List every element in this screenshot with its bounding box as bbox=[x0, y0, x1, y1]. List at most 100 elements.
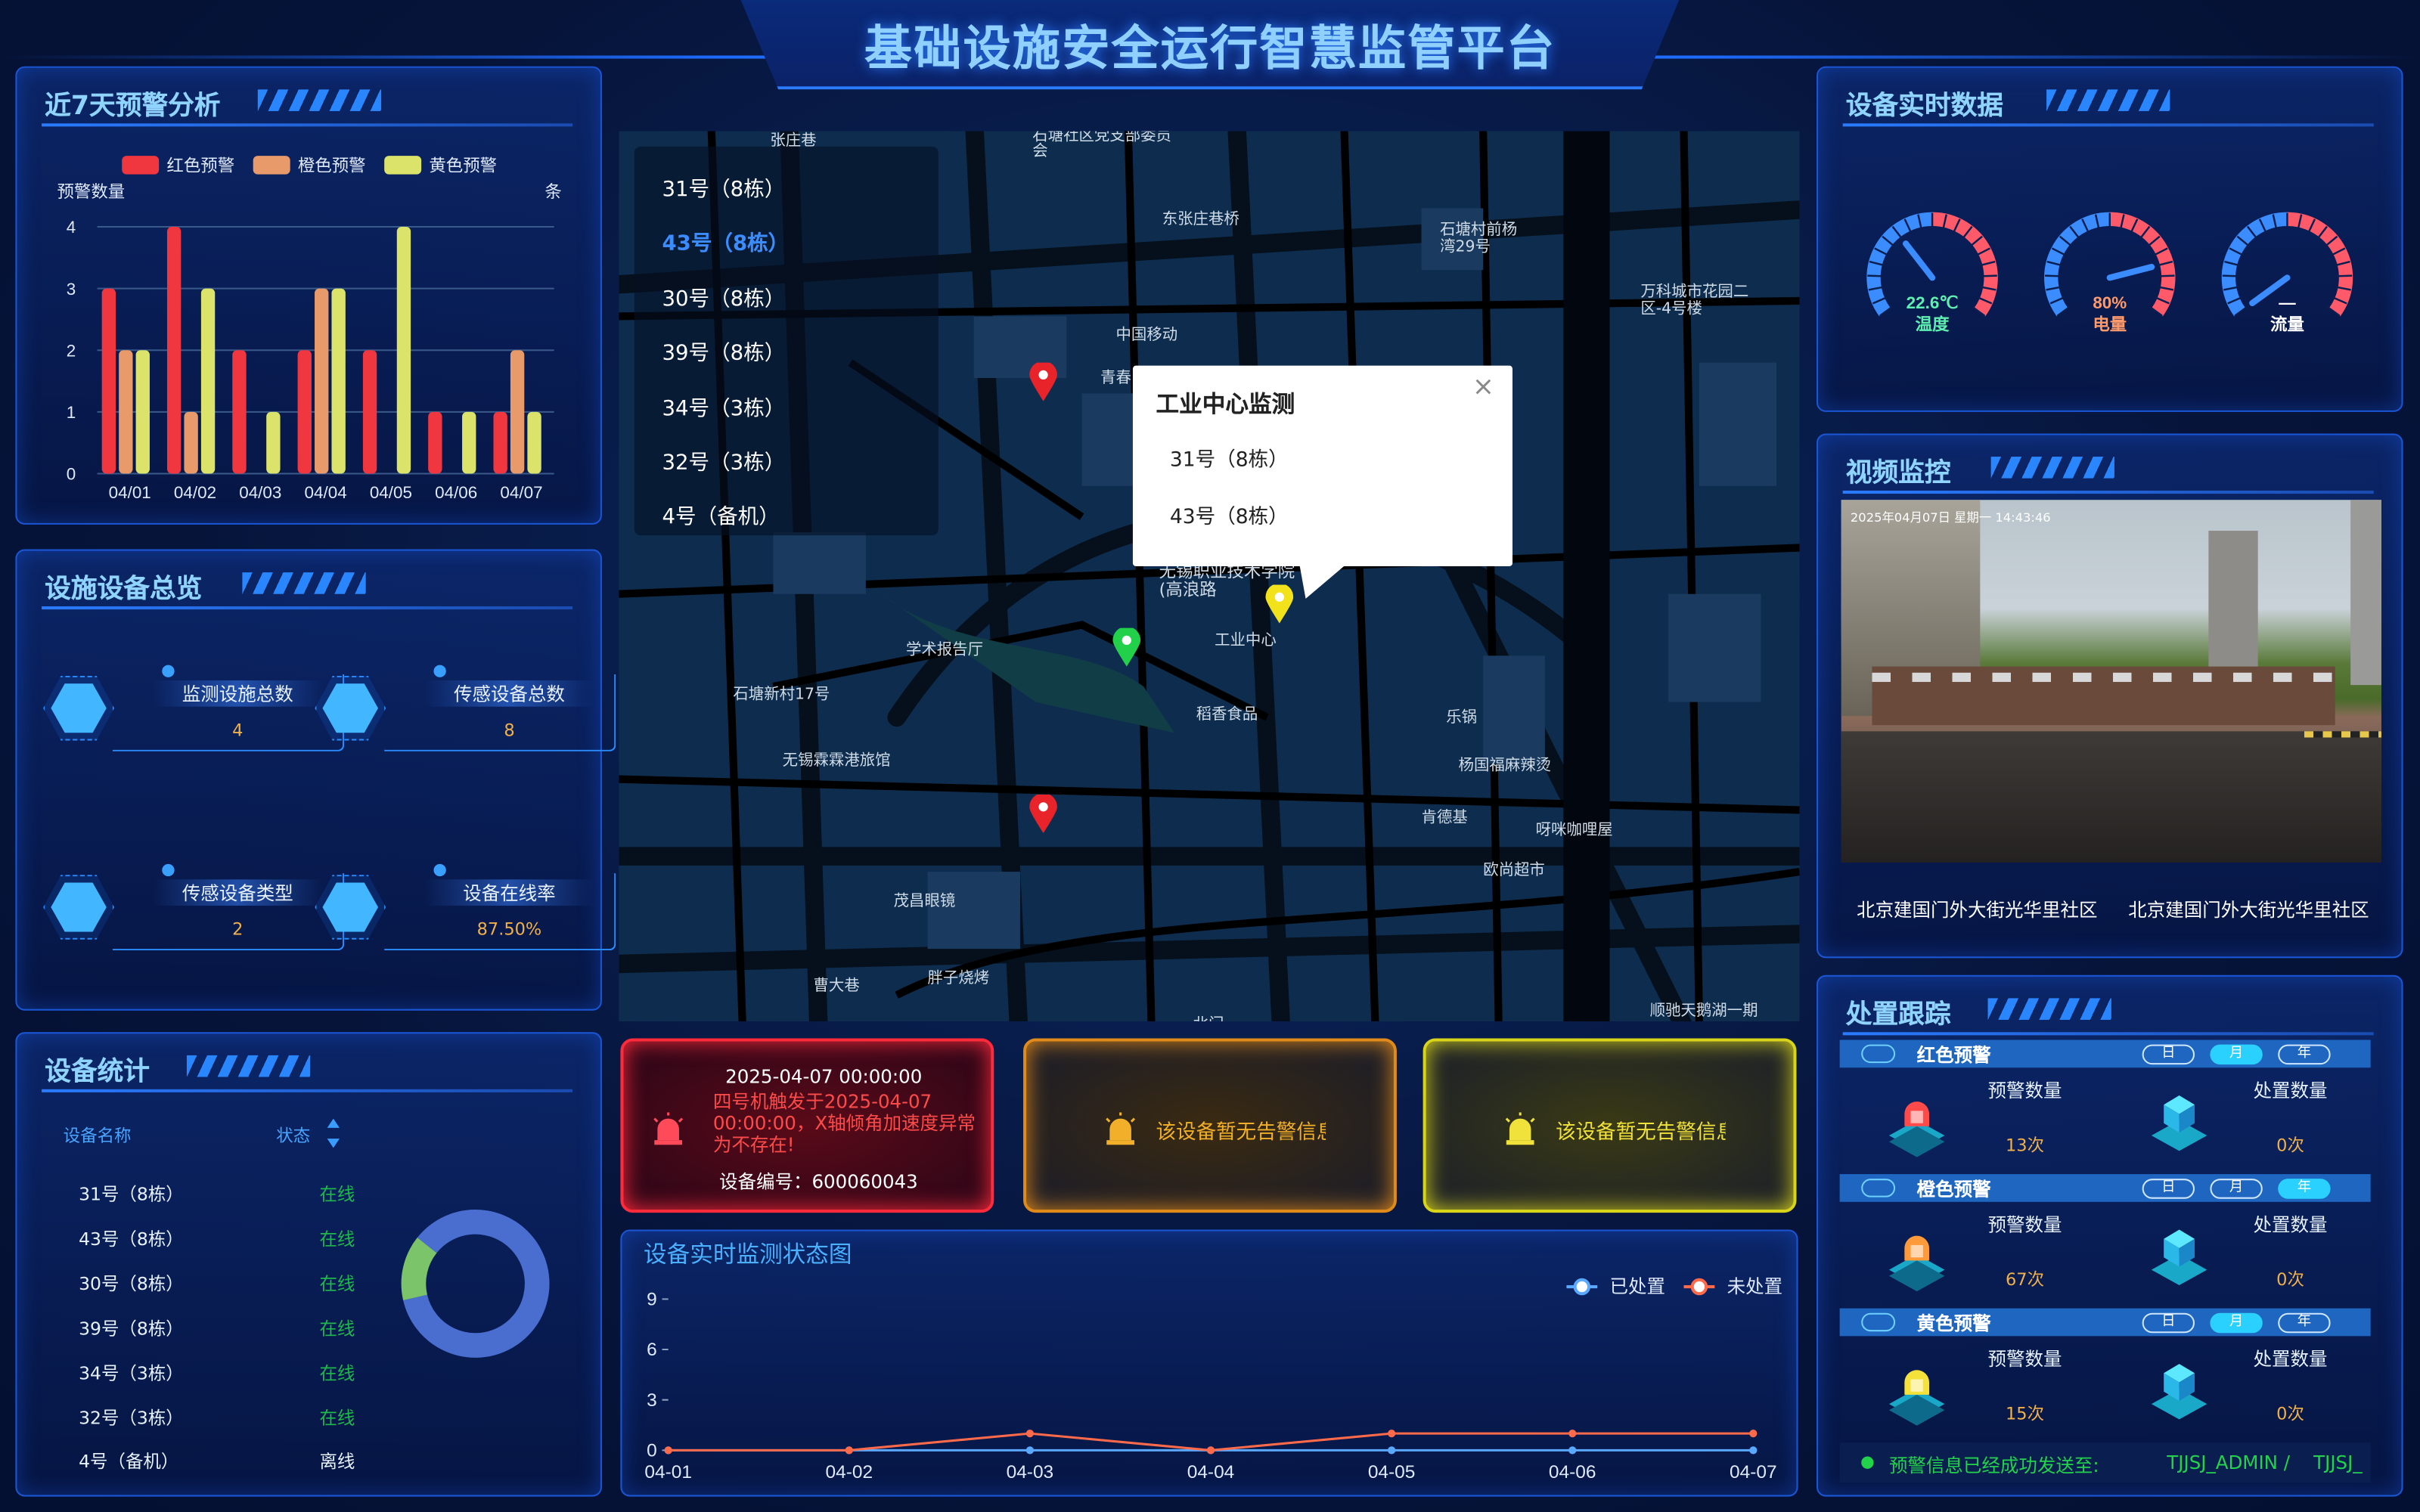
gauge-value: 22.6℃ bbox=[1907, 293, 1959, 312]
donut-slice bbox=[403, 1210, 550, 1358]
summary-card-sensors: 传感设备总数 8 bbox=[315, 665, 616, 758]
alert-card-red[interactable]: 2025-04-07 00:00:00 四号机触发于2025-04-07 00:… bbox=[620, 1038, 994, 1213]
device-name: 39号（8栋） bbox=[79, 1317, 184, 1339]
map-marker-red[interactable] bbox=[1029, 795, 1057, 835]
legend-marker bbox=[1573, 1278, 1591, 1296]
bar bbox=[396, 226, 411, 474]
map-device-item[interactable]: 39号（8栋） bbox=[662, 335, 786, 366]
sort-arrows-icon[interactable] bbox=[326, 1117, 341, 1151]
x-tick-label: 04-05 bbox=[1368, 1462, 1416, 1483]
warning-analysis-panel: 近7天预警分析 红色预警 橙色预警 黄色预警 预警数量条 0 1 2 3 4 04/01 04/02… bbox=[15, 66, 602, 525]
gauges: 22.6℃ 温度 80% 电量 — 流量 bbox=[1866, 212, 2353, 334]
gauge-tick bbox=[2045, 274, 2061, 277]
map-marker-green[interactable] bbox=[1112, 627, 1141, 668]
map-popup: 工业中心监测 × 31号（8栋） 43号（8栋） bbox=[1132, 365, 1512, 599]
data-point bbox=[664, 1446, 672, 1455]
map-marker-yellow[interactable] bbox=[1265, 584, 1294, 624]
alert-card-orange[interactable]: 该设备暂无告警信息 bbox=[1023, 1038, 1397, 1213]
legend-label: 未处置 bbox=[1727, 1276, 1782, 1297]
map-device-item[interactable]: 31号（8栋） bbox=[662, 172, 786, 203]
alert-message: 该设备暂无告警信息 bbox=[1156, 1121, 1326, 1145]
data-point bbox=[1388, 1430, 1396, 1438]
x-tick-label: 04-06 bbox=[1549, 1462, 1596, 1483]
x-tick-label: 04/04 bbox=[305, 483, 347, 502]
map-panel[interactable]: 张庄巷 石塘社区党支部委员会 东张庄巷桥 石塘村前杨湾29号 万科城市花园二区-… bbox=[619, 131, 1800, 1022]
map-device-item[interactable]: 4号（备机） bbox=[662, 499, 780, 530]
map-marker-red[interactable] bbox=[1029, 362, 1057, 403]
popup-item[interactable]: 43号（8栋） bbox=[1170, 500, 1289, 529]
bar bbox=[315, 288, 329, 474]
device-status: 在线 bbox=[319, 1406, 355, 1428]
data-point bbox=[845, 1446, 853, 1455]
bar bbox=[166, 226, 182, 474]
bar bbox=[527, 411, 541, 474]
warning-icon bbox=[1888, 1101, 1945, 1157]
popup-item[interactable]: 31号（8栋） bbox=[1170, 443, 1289, 472]
tracking-section-header: 橙色预警 日月年 bbox=[1839, 1174, 2371, 1202]
alert-card-yellow[interactable]: 该设备暂无告警信息 bbox=[1423, 1038, 1797, 1213]
legend-swatch bbox=[122, 156, 160, 175]
period-tab[interactable]: 月 bbox=[2210, 1312, 2263, 1334]
gauge-value: — bbox=[2279, 293, 2296, 312]
device-name: 34号（3栋） bbox=[79, 1362, 184, 1383]
device-status: 在线 bbox=[319, 1228, 355, 1250]
map-device-item[interactable]: 32号（3栋） bbox=[662, 445, 786, 476]
gauge-tick bbox=[2336, 274, 2353, 277]
alarm-icon bbox=[1106, 1112, 1136, 1145]
x-tick-label: 04/05 bbox=[370, 483, 412, 502]
facilities-overview-panel: 设施设备总览 监测设施总数 4 传感设备总数 8 传感设备类型 2 设备在线率 … bbox=[15, 549, 616, 1011]
bar bbox=[232, 350, 247, 474]
period-tab[interactable]: 月 bbox=[2210, 1179, 2263, 1199]
col-header-status: 状态 bbox=[276, 1126, 311, 1147]
warning-icon bbox=[1888, 1235, 1945, 1292]
period-tab[interactable]: 日 bbox=[2142, 1044, 2195, 1065]
warning-icon bbox=[1888, 1370, 1945, 1426]
gauge-needle bbox=[2106, 264, 2155, 281]
legend-label: 已处置 bbox=[1610, 1276, 1665, 1297]
period-tab[interactable]: 日 bbox=[2142, 1179, 2195, 1199]
summary-card-online-rate: 设备在线率 87.50% bbox=[315, 863, 616, 956]
data-point bbox=[1749, 1446, 1758, 1455]
bar bbox=[362, 350, 377, 474]
data-point bbox=[1025, 1446, 1034, 1455]
y-tick-label: 1 bbox=[67, 403, 76, 422]
alert-time: 2025-04-07 00:00:00 bbox=[725, 1066, 923, 1088]
map-device-item[interactable]: 43号（8栋） bbox=[662, 226, 790, 257]
table-row[interactable]: 43号（8栋） 在线 bbox=[64, 1226, 403, 1257]
y-tick-label: 2 bbox=[67, 341, 76, 360]
box-icon bbox=[2151, 1364, 2207, 1420]
x-tick-label: 04-01 bbox=[644, 1462, 692, 1483]
device-name: 43号（8栋） bbox=[79, 1228, 184, 1250]
legend-label: 红色预警 bbox=[166, 156, 234, 175]
x-tick-label: 04-02 bbox=[825, 1462, 873, 1483]
map-device-item[interactable]: 30号（8栋） bbox=[662, 280, 786, 311]
table-row[interactable]: 34号（3栋） 在线 bbox=[64, 1360, 403, 1391]
bar bbox=[297, 350, 312, 474]
y-tick-label: 9 bbox=[647, 1290, 657, 1310]
legend-swatch bbox=[384, 156, 422, 175]
device-status: 在线 bbox=[319, 1362, 355, 1383]
close-icon[interactable]: × bbox=[1472, 372, 1494, 403]
summary-card-sensor-types: 传感设备类型 2 bbox=[43, 863, 345, 956]
table-row[interactable]: 31号（8栋） 在线 bbox=[64, 1182, 403, 1213]
table-row[interactable]: 30号（8栋） 在线 bbox=[64, 1271, 403, 1302]
table-row[interactable]: 39号（8栋） 在线 bbox=[64, 1315, 403, 1346]
device-name: 32号（3栋） bbox=[79, 1406, 184, 1428]
period-tab[interactable]: 年 bbox=[2278, 1312, 2331, 1334]
data-point bbox=[1749, 1430, 1758, 1438]
panel-title: 设施设备总览 bbox=[45, 574, 203, 605]
table-row[interactable]: 32号（3栋） 在线 bbox=[64, 1405, 403, 1436]
bar bbox=[462, 411, 476, 474]
x-tick-label: 04-03 bbox=[1007, 1462, 1054, 1483]
legend-label: 黄色预警 bbox=[429, 156, 497, 175]
y-tick-label: 3 bbox=[647, 1390, 657, 1411]
period-tab[interactable]: 年 bbox=[2278, 1179, 2331, 1199]
period-tab[interactable]: 年 bbox=[2278, 1044, 2331, 1065]
data-point bbox=[1025, 1430, 1034, 1438]
period-tab[interactable]: 日 bbox=[2142, 1312, 2195, 1334]
table-row[interactable]: 4号（备机） 离线 bbox=[64, 1449, 403, 1480]
device-status-donut bbox=[401, 1210, 550, 1358]
period-tab[interactable]: 月 bbox=[2210, 1044, 2263, 1065]
map-device-item[interactable]: 34号（3栋） bbox=[662, 389, 786, 421]
video-feed[interactable]: 2025年04月07日 星期一 14:43:46 bbox=[1841, 500, 2381, 863]
